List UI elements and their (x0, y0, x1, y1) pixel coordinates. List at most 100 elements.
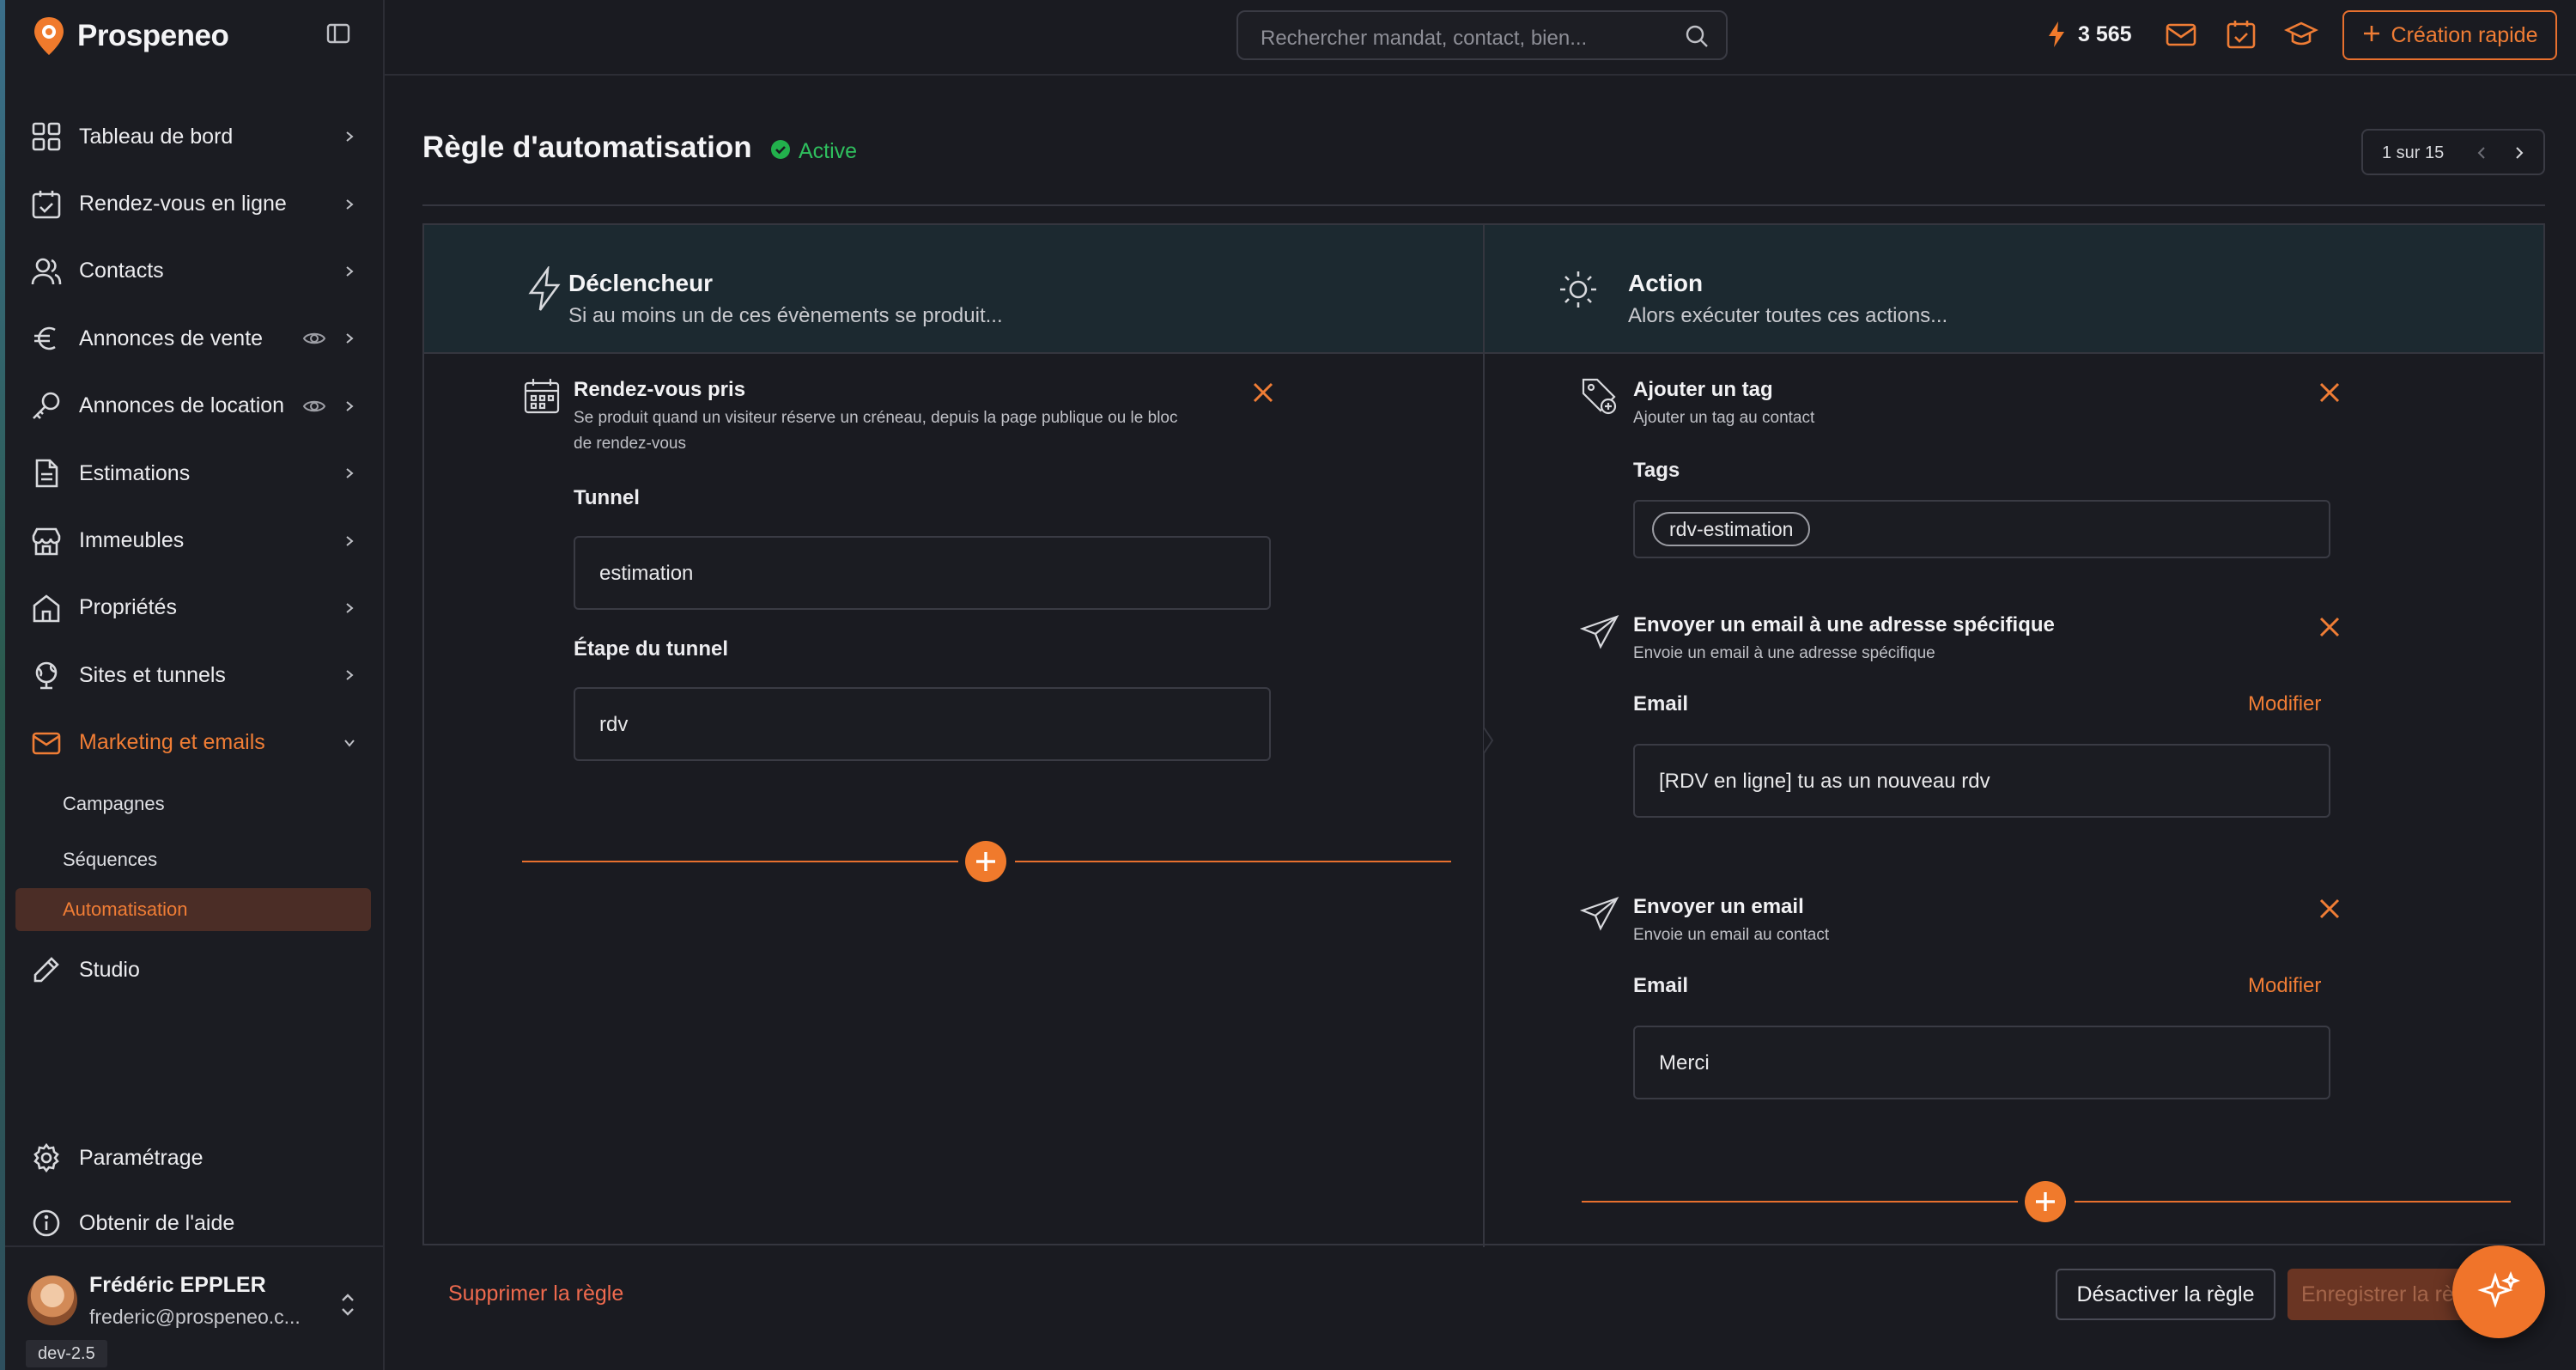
email-template-value: Merci (1659, 1051, 1710, 1075)
main-nav: Tableau de bord Rendez-vous en ligne Con… (5, 103, 385, 1003)
search-input[interactable]: Rechercher mandat, contact, bien... (1236, 10, 1728, 60)
modify-email-link[interactable]: Modifier (2248, 974, 2321, 998)
store-icon (29, 524, 64, 558)
sidebar-item-label: Annonces de vente (79, 326, 264, 350)
ai-assistant-button[interactable] (2452, 1245, 2545, 1338)
user-email: frederic@prospeneo.c... (89, 1306, 301, 1328)
action-card-title: Envoyer un email à une adresse spécifiqu… (1633, 613, 2055, 636)
action-card-description: Ajouter un tag au contact (1633, 409, 1815, 427)
divider (422, 204, 2545, 206)
key-icon (29, 389, 64, 423)
tags-input[interactable]: rdv-estimation (1633, 500, 2330, 558)
chevron-right-icon (343, 400, 355, 412)
sidebar-item-dashboard[interactable]: Tableau de bord (5, 103, 385, 170)
sidebar-item-buildings[interactable]: Immeubles (5, 507, 385, 574)
delete-rule-button[interactable]: Supprimer la règle (448, 1282, 623, 1306)
avatar (27, 1276, 77, 1325)
chevron-right-icon (343, 332, 355, 344)
chevron-left-icon[interactable] (2471, 143, 2492, 163)
brand[interactable]: Prospeneo (31, 12, 229, 60)
tunnel-step-select[interactable]: rdv (574, 687, 1271, 761)
add-action-plus-icon[interactable] (2025, 1181, 2066, 1222)
action-subtitle: Alors exécuter toutes ces actions... (1628, 304, 1948, 327)
action-card-description: Envoie un email à une adresse spécifique (1633, 644, 1935, 662)
divider (1582, 1201, 2018, 1203)
sidebar-item-studio[interactable]: Studio (5, 936, 385, 1003)
action-card-title: Envoyer un email (1633, 895, 1804, 918)
trigger-card-description-cont: de rendez-vous (574, 435, 686, 453)
chevron-down-icon (343, 737, 355, 749)
chevron-right-icon[interactable] (2509, 143, 2530, 163)
chevron-right-icon (343, 535, 355, 547)
remove-trigger-close-icon[interactable] (1252, 381, 1274, 404)
action-title: Action (1628, 270, 1704, 296)
sidebar-item-marketing-emails[interactable]: Marketing et emails (5, 709, 385, 776)
modify-email-link[interactable]: Modifier (2248, 692, 2321, 716)
sidebar-item-contacts[interactable]: Contacts (5, 238, 385, 305)
rule-footer: Supprimer la règle Désactiver la règle E… (422, 1245, 2545, 1345)
quick-create-button[interactable]: Création rapide (2342, 10, 2557, 60)
tag-chip[interactable]: rdv-estimation (1652, 512, 1811, 546)
sidebar-subitem-automation[interactable]: Automatisation (15, 887, 371, 931)
rule-editor: Déclencheur Si au moins un de ces évènem… (422, 223, 2545, 1247)
mail-icon[interactable] (2164, 17, 2198, 52)
marketing-submenu: Campagnes Séquences Automatisation (5, 776, 385, 931)
chevron-right-icon (343, 669, 355, 681)
chevron-right-icon (343, 131, 355, 143)
eye-icon[interactable] (302, 330, 326, 347)
sidebar-item-label: Tableau de bord (79, 124, 234, 149)
sidebar-item-properties[interactable]: Propriétés (5, 575, 385, 642)
sidebar-item-estimations[interactable]: Estimations (5, 440, 385, 507)
search-placeholder: Rechercher mandat, contact, bien... (1261, 27, 1588, 50)
sidebar-item-settings[interactable]: Paramétrage (5, 1125, 385, 1190)
sidebar-item-label: Marketing et emails (79, 730, 265, 755)
env-badge: dev-2.5 (26, 1340, 107, 1367)
page-title: Règle d'automatisation (422, 131, 752, 164)
bolt-icon (524, 265, 565, 313)
sidebar-item-label: Immeubles (79, 528, 185, 553)
add-trigger-plus-icon[interactable] (965, 841, 1006, 882)
tag-icon (1580, 376, 1619, 416)
deactivate-rule-button[interactable]: Désactiver la règle (2056, 1269, 2275, 1320)
quick-create-label: Création rapide (2391, 22, 2538, 47)
search-icon[interactable] (1685, 24, 1709, 48)
email-label: Email (1633, 692, 1689, 715)
email-template-field[interactable]: Merci (1633, 1026, 2330, 1099)
mail-icon (29, 726, 64, 760)
dashboard-icon (29, 119, 64, 154)
tags-label: Tags (1633, 459, 1680, 482)
remove-action-close-icon[interactable] (2318, 616, 2341, 638)
calendar-check-icon[interactable] (2224, 17, 2258, 52)
trigger-subtitle: Si au moins un de ces évènements se prod… (568, 304, 1003, 327)
sidebar: Prospeneo Tableau de bord Rendez-vous en… (5, 0, 385, 1370)
prospeneo-logo-icon (31, 15, 67, 57)
sidebar-toggle-icon[interactable] (325, 21, 351, 46)
chevron-up-down-icon[interactable] (338, 1290, 357, 1319)
pagination: 1 sur 15 (2361, 129, 2545, 175)
bolt-icon (2047, 21, 2066, 48)
sidebar-item-sites-funnels[interactable]: Sites et tunnels (5, 642, 385, 709)
trigger-card-description: Se produit quand un visiteur réserve un … (574, 409, 1178, 427)
trigger-card-title: Rendez-vous pris (574, 378, 746, 401)
remove-action-close-icon[interactable] (2318, 381, 2341, 404)
graduation-cap-icon[interactable] (2283, 17, 2319, 52)
tunnel-select[interactable]: estimation (574, 536, 1271, 610)
sidebar-item-label: Studio (79, 957, 140, 982)
remove-action-close-icon[interactable] (2318, 898, 2341, 920)
email-label: Email (1633, 974, 1689, 997)
sidebar-item-label: Estimations (79, 460, 191, 485)
paper-plane-icon (1579, 893, 1619, 933)
top-bar: Rechercher mandat, contact, bien... 3 56… (385, 0, 2576, 76)
sidebar-item-sale-listings[interactable]: Annonces de vente (5, 305, 385, 372)
sidebar-item-label: Annonces de location (79, 393, 285, 418)
sidebar-item-rental-listings[interactable]: Annonces de location (5, 373, 385, 440)
sidebar-item-online-appointments[interactable]: Rendez-vous en ligne (5, 170, 385, 237)
sidebar-subitem-campaigns[interactable]: Campagnes (5, 776, 385, 832)
sidebar-subitem-sequences[interactable]: Séquences (5, 832, 385, 888)
email-template-field[interactable]: [RDV en ligne] tu as un nouveau rdv (1633, 744, 2330, 818)
eye-icon[interactable] (302, 398, 326, 415)
chevron-right-icon (343, 467, 355, 479)
users-icon (29, 254, 64, 289)
divider (522, 861, 958, 862)
house-icon (29, 591, 64, 625)
